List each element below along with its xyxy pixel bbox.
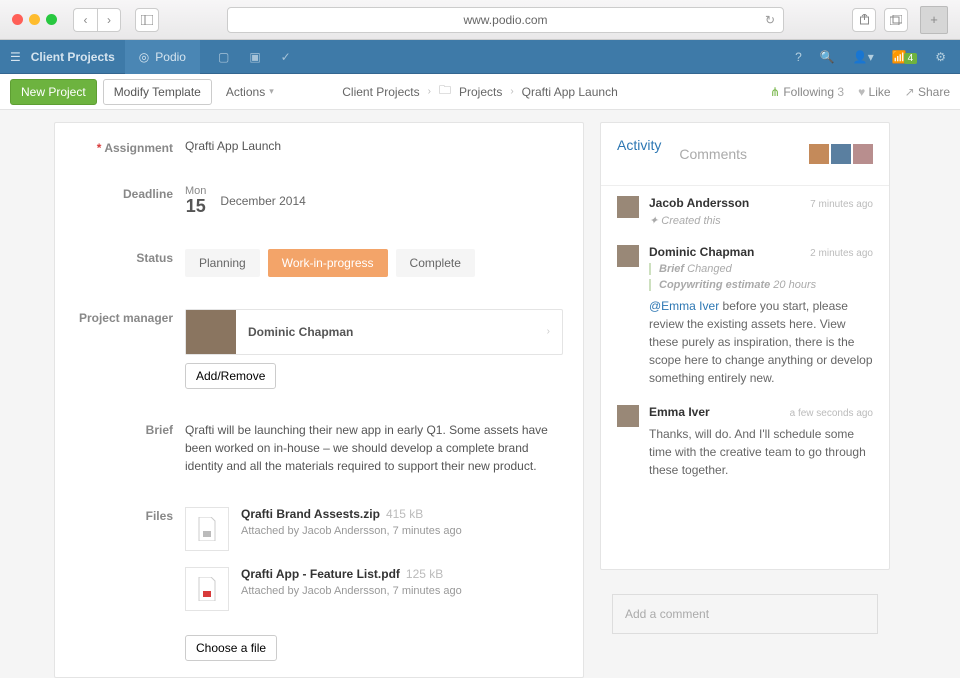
participant-avatars [809, 144, 873, 164]
app-tab-icons: ▢ ▣ ✓ [200, 50, 291, 64]
item-form: * Assignment Qrafti App Launch Deadline … [54, 122, 584, 678]
nav-icon-2[interactable]: ▣ [249, 50, 260, 64]
nav-arrows: ‹ › [73, 8, 121, 32]
mention[interactable]: @Emma Iver [649, 299, 719, 313]
deadline-value[interactable]: Mon 15 December 2014 [185, 169, 583, 233]
share-button[interactable]: ↗ Share [905, 85, 950, 99]
avatar[interactable] [809, 144, 829, 164]
folder-icon: 🗀 [439, 81, 451, 102]
actions-dropdown[interactable]: Actions ▾ [226, 85, 274, 99]
file-item[interactable]: Qrafti Brand Assests.zip415 kBAttached b… [185, 507, 563, 551]
like-button[interactable]: ♥ Like [858, 85, 890, 99]
crumb-item: Qrafti App Launch [522, 85, 618, 99]
avatar[interactable] [853, 144, 873, 164]
avatar[interactable] [831, 144, 851, 164]
toolbar: New Project Modify Template Actions ▾ Cl… [0, 74, 960, 110]
choose-file-button[interactable]: Choose a file [185, 635, 277, 661]
modify-template-button[interactable]: Modify Template [103, 79, 212, 105]
comment-placeholder: Add a comment [625, 607, 709, 621]
activity-time: a few seconds ago [790, 408, 873, 419]
comment-input[interactable]: Add a comment [612, 594, 878, 634]
status-option-work-in-progress[interactable]: Work-in-progress [268, 249, 388, 277]
share-icon[interactable] [852, 8, 876, 32]
tabs-icon[interactable] [884, 8, 908, 32]
crumb-workspace[interactable]: Client Projects [342, 85, 419, 99]
following-toggle[interactable]: ⋔ Following 3 [770, 85, 844, 99]
activity-message: Thanks, will do. And I'll schedule some … [649, 425, 873, 479]
brief-text[interactable]: Qrafti will be launching their new app i… [185, 405, 583, 491]
maximize-window[interactable] [46, 14, 57, 25]
assignment-value[interactable]: Qrafti App Launch [185, 123, 583, 169]
pm-contact[interactable]: Dominic Chapman › [185, 309, 563, 355]
notifications-icon[interactable]: 📶4 [892, 50, 918, 64]
status-selector: Planning Work-in-progress Complete [185, 233, 583, 293]
pm-avatar [186, 310, 236, 354]
label-brief: Brief [55, 405, 185, 491]
back-button[interactable]: ‹ [73, 8, 97, 32]
new-tab-button[interactable]: + [920, 6, 948, 34]
brand-label: Podio [155, 50, 186, 64]
nav-icon-3[interactable]: ✓ [281, 50, 291, 64]
url-text: www.podio.com [463, 13, 547, 27]
file-item[interactable]: Qrafti App - Feature List.pdf125 kBAttac… [185, 567, 563, 611]
label-pm: Project manager [55, 293, 185, 405]
tab-comments[interactable]: Comments [679, 146, 747, 162]
zip-icon [185, 507, 229, 551]
activity-entry: Dominic Chapman2 minutes agoBrief Change… [617, 245, 873, 387]
brand-tab[interactable]: ◎ Podio [125, 40, 200, 74]
forward-button[interactable]: › [97, 8, 121, 32]
menu-icon[interactable]: ☰ [10, 50, 21, 64]
chevron-down-icon: ▾ [269, 86, 274, 97]
page-content: * Assignment Qrafti App Launch Deadline … [0, 110, 960, 678]
workspace-name[interactable]: Client Projects [31, 50, 115, 64]
browser-actions [852, 8, 908, 32]
activity-entry: Jacob Andersson7 minutes ago✦ Created th… [617, 196, 873, 227]
label-assignment: * Assignment [55, 123, 185, 169]
pm-name: Dominic Chapman [248, 325, 535, 339]
label-deadline: Deadline [55, 169, 185, 233]
status-option-complete[interactable]: Complete [396, 249, 475, 277]
nav-icon-1[interactable]: ▢ [218, 50, 229, 64]
close-window[interactable] [12, 14, 23, 25]
help-icon[interactable]: ? [795, 50, 802, 64]
add-remove-button[interactable]: Add/Remove [185, 363, 276, 389]
activity-time: 7 minutes ago [810, 199, 873, 210]
pdf-icon [185, 567, 229, 611]
url-bar[interactable]: www.podio.com ↻ [227, 7, 784, 33]
files-list: Qrafti Brand Assests.zip415 kBAttached b… [185, 491, 583, 677]
activity-author[interactable]: Jacob Andersson [649, 196, 749, 210]
user-menu-icon[interactable]: 👤▾ [853, 50, 874, 64]
search-icon[interactable]: 🔍 [820, 50, 835, 64]
minimize-window[interactable] [29, 14, 40, 25]
breadcrumb: Client Projects › 🗀 Projects › Qrafti Ap… [342, 81, 618, 102]
tab-activity[interactable]: Activity [617, 137, 661, 153]
browser-chrome: ‹ › www.podio.com ↻ + [0, 0, 960, 40]
crumb-app[interactable]: Projects [459, 85, 502, 99]
avatar[interactable] [617, 245, 639, 267]
avatar[interactable] [617, 196, 639, 218]
status-option-planning[interactable]: Planning [185, 249, 260, 277]
label-files: Files [55, 491, 185, 677]
apps-icon[interactable]: ⚙ [935, 50, 946, 64]
window-controls [12, 14, 57, 25]
new-project-button[interactable]: New Project [10, 79, 97, 105]
activity-message: @Emma Iver before you start, please revi… [649, 297, 873, 387]
chevron-right-icon: › [547, 326, 550, 337]
activity-author[interactable]: Dominic Chapman [649, 245, 754, 259]
activity-panel: Activity Comments Jacob Andersson 7 minut… [600, 122, 890, 570]
activity-author[interactable]: Emma Iver [649, 405, 710, 419]
avatar[interactable] [617, 405, 639, 427]
reload-icon[interactable]: ↻ [765, 13, 775, 27]
activity-time: 2 minutes ago [810, 248, 873, 259]
sidebar-toggle-icon[interactable] [135, 8, 159, 32]
podio-icon: ◎ [139, 50, 149, 64]
app-bar: ☰ Client Projects ◎ Podio ▢ ▣ ✓ ? 🔍 👤▾ 📶… [0, 40, 960, 74]
activity-entry: Emma Iver a few seconds ago Thanks, will d… [617, 405, 873, 479]
label-status: Status [55, 233, 185, 293]
